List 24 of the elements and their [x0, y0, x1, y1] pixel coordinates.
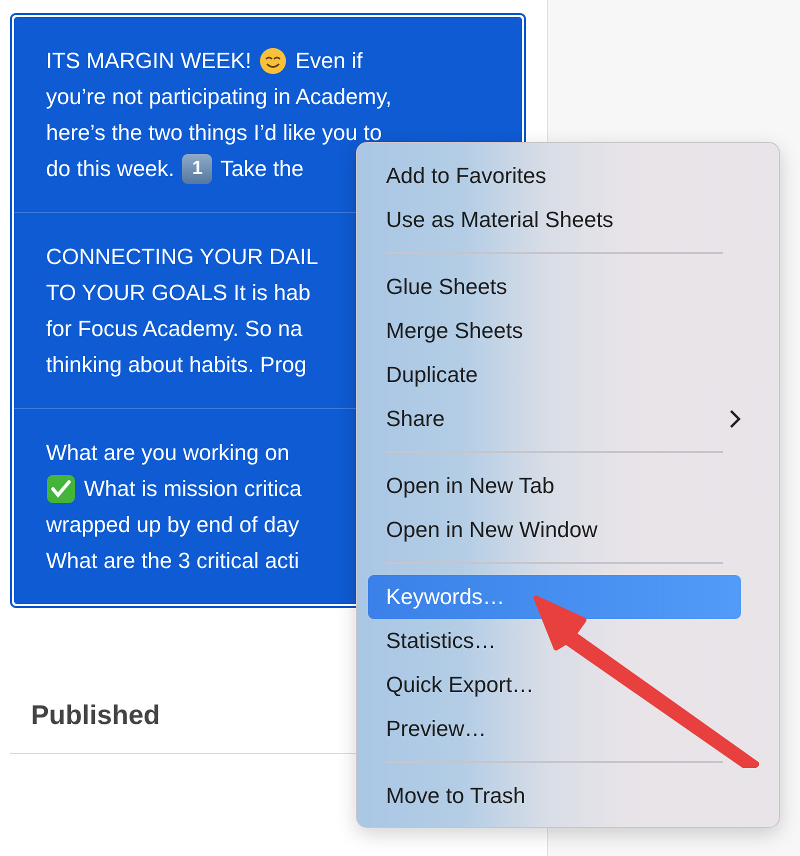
smiling-face-icon [259, 47, 288, 75]
note-text: ITS MARGIN WEEK! [46, 48, 252, 74]
check-icon [46, 474, 76, 504]
note-text: you’re not participating in Academy, [46, 84, 392, 110]
menu-item[interactable]: Keywords… [368, 575, 741, 619]
note-text: Even if [295, 48, 363, 74]
menu-item[interactable]: Statistics… [368, 619, 741, 663]
note-text: thinking about habits. Prog [46, 352, 307, 378]
note-text: for Focus Academy. So na [46, 316, 302, 342]
chevron-right-icon [729, 409, 741, 429]
note-text: here’s the two things I’d like you to [46, 120, 382, 146]
note-text: What are you working on [46, 440, 290, 466]
note-text: TO YOUR GOALS It is hab [46, 280, 311, 306]
menu-item[interactable]: Preview… [368, 707, 741, 751]
keycap-number: 1 [182, 154, 212, 184]
menu-item[interactable]: Move to Trash [368, 774, 741, 818]
note-text: What is mission critica [84, 476, 302, 502]
note-text: What are the 3 critical acti [46, 548, 300, 574]
menu-item[interactable]: Quick Export… [368, 663, 741, 707]
note-text: wrapped up by end of day [46, 512, 300, 538]
note-text: CONNECTING YOUR DAIL [46, 244, 318, 270]
section-header: Published [31, 700, 160, 731]
note-text: Take the [220, 156, 304, 182]
note-text: do this week. [46, 156, 174, 182]
